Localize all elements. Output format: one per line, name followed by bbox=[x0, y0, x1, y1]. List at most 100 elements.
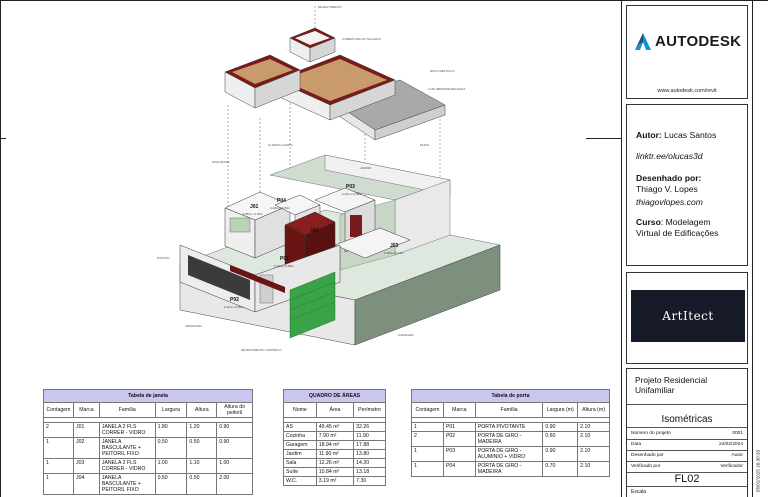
sheet-number: FL02 bbox=[674, 473, 700, 485]
cell: W.C. bbox=[283, 476, 317, 486]
table-header: Perímetro bbox=[353, 402, 386, 418]
brand-logo: ArtItect bbox=[631, 290, 745, 342]
cell: 0.50 bbox=[154, 437, 188, 459]
cell: 0.90 bbox=[216, 437, 253, 459]
table-row: Sala 12.26 m² 14.20 bbox=[283, 458, 386, 468]
cell: 2 bbox=[43, 422, 74, 438]
frame-line-titleblock bbox=[621, 0, 622, 497]
table-row: Jardim 11.90 m² 13.80 bbox=[283, 449, 386, 459]
table-row: Cozinha 7.90 m² 11.90 bbox=[283, 431, 386, 441]
cell: 0.50 bbox=[186, 437, 218, 459]
cell: JANELA BASCULANTE + PEITORIL FIXO bbox=[98, 437, 156, 459]
leader-tag: COBERTURA DO TELHADO bbox=[342, 37, 381, 41]
table-header: Altura do peitoril bbox=[216, 402, 253, 418]
divider bbox=[627, 486, 747, 487]
field-label: Data bbox=[631, 442, 642, 447]
cell: 1 bbox=[411, 422, 444, 432]
cell: 12.26 m² bbox=[315, 458, 355, 468]
titleblock-brand-panel: ArtItect bbox=[626, 272, 748, 364]
leader-tag: GUARDA-CORPO bbox=[268, 143, 293, 147]
cell: P03 bbox=[442, 446, 476, 462]
frame-line-left bbox=[0, 0, 1, 497]
cell: 1.00 bbox=[154, 458, 188, 474]
cell: 0.70 bbox=[542, 461, 579, 477]
cell: Jardim bbox=[283, 449, 317, 459]
cell: Sala bbox=[283, 458, 317, 468]
room-tag-size: 2.10m x 0.90m bbox=[342, 192, 362, 196]
table-header: Família bbox=[98, 402, 156, 418]
table-header: Marca bbox=[442, 402, 476, 418]
room-tag-size: 1.80m x 1.20m bbox=[243, 212, 263, 216]
room-tag: J03 bbox=[390, 243, 399, 249]
autodesk-wordmark: AUTODESK bbox=[655, 33, 742, 50]
door-schedule-table: Tabela de porta Contagem Marca Família L… bbox=[411, 389, 610, 477]
cell: 1.00 bbox=[216, 458, 253, 474]
field-date: Data 24/02/2024 bbox=[631, 442, 743, 447]
table-row: 2 J01 JANELA 2 FLS CORRER - VIDRO 1.80 1.20 0… bbox=[43, 422, 253, 438]
table-row: 2 P02 PORTA DE GIRO - MADEIRA 0.60 2.10 bbox=[411, 431, 610, 447]
cell: 1.10 bbox=[186, 458, 218, 474]
cell: P04 bbox=[442, 461, 476, 477]
cell: 2 bbox=[411, 431, 444, 447]
field-value: Verificador bbox=[720, 464, 743, 469]
cell: 1 bbox=[43, 473, 74, 495]
window-schedule-table: Tabela de janela Contagem Marca Família … bbox=[43, 389, 253, 495]
room-tag-size: 1.00m x 1.10m bbox=[384, 251, 404, 255]
cell: 11.90 bbox=[353, 431, 386, 441]
field-checked-by: Verificado por Verificador bbox=[631, 464, 743, 469]
autodesk-mark-icon bbox=[635, 33, 651, 50]
cell: 2.10 bbox=[577, 461, 610, 477]
leader-tag: REVESTIMENTO bbox=[318, 5, 342, 9]
view-name: Isométricas bbox=[661, 414, 713, 425]
field-label: Desenhado por bbox=[631, 453, 664, 458]
author-line: Autor: Lucas Santos bbox=[636, 130, 716, 140]
table-row: 1 J02 JANELA BASCULANTE + PEITORIL FIXO 0.5… bbox=[43, 437, 253, 459]
divider bbox=[627, 427, 747, 428]
cell: Garagem bbox=[283, 440, 317, 450]
cell: PORTA PIVOTANTE bbox=[474, 422, 544, 432]
cell: 2.10 bbox=[577, 431, 610, 447]
cell: 13.80 bbox=[353, 449, 386, 459]
table-row: AS 49.45 m² 32.26 bbox=[283, 422, 386, 432]
table-row: 1 J03 JANELA 2 FLS CORRER - VIDRO 1.00 1.10 1… bbox=[43, 458, 253, 474]
cell: 2.10 bbox=[577, 446, 610, 462]
cell: 11.90 m² bbox=[315, 449, 355, 459]
cell: 14.20 bbox=[353, 458, 386, 468]
table-header: Altura bbox=[186, 402, 218, 418]
table-row: Garagem 18.94 m² 17.88 bbox=[283, 440, 386, 450]
autodesk-logo: AUTODESK bbox=[635, 33, 741, 50]
field-value: 24/02/2024 bbox=[718, 442, 743, 447]
frame-tick-right bbox=[586, 138, 621, 139]
divider bbox=[627, 439, 747, 440]
table-row: 1 P01 PORTA PIVOTANTE 0.90 2.10 bbox=[411, 422, 610, 432]
titleblock-author-panel: Autor: Lucas Santos linktr.ee/olucas3d D… bbox=[626, 104, 748, 266]
leader-tag: GARAGEM bbox=[398, 333, 414, 337]
room-tag: J01 bbox=[250, 204, 259, 210]
cell: 0.50 bbox=[154, 473, 188, 495]
table-row: 1 P04 PORTA DE GIRO - MADEIRA 0.70 2.10 bbox=[411, 461, 610, 477]
table-header: Nome bbox=[283, 402, 317, 418]
leader-tag: ARMADURA bbox=[185, 324, 203, 328]
cell: 0.90 bbox=[542, 446, 579, 462]
room-tag-size: 2.10m x 0.70m bbox=[270, 206, 290, 210]
titleblock-logo-panel: AUTODESK www.autodesk.com/revit bbox=[626, 5, 748, 99]
leader-tag: REVESTIMENTO CERÂMICO bbox=[241, 348, 282, 352]
titleblock-project-panel: Projeto Residencial Unifamiliar Isométri… bbox=[626, 368, 748, 497]
cell: 7.90 m² bbox=[315, 431, 355, 441]
divider bbox=[627, 404, 747, 405]
cell: AS bbox=[283, 422, 317, 432]
course-line: Curso: Modelagem bbox=[636, 217, 711, 227]
table-header: Altura (m) bbox=[577, 402, 610, 418]
table-header: Área bbox=[315, 402, 355, 418]
course-name-2: Virtual de Edificações bbox=[636, 228, 719, 238]
drawn-by-label: Desenhado por: bbox=[636, 173, 702, 183]
drawn-by-link: thiagovlopes.com bbox=[636, 197, 703, 207]
cell: 7.30 bbox=[353, 476, 386, 486]
frame-line-right bbox=[752, 0, 753, 497]
cell: J03 bbox=[72, 458, 100, 474]
cell: 17.88 bbox=[353, 440, 386, 450]
field-label: Número do projeto bbox=[631, 431, 671, 436]
leader-tag: JARDIM bbox=[360, 166, 372, 170]
cell: 0.90 bbox=[542, 422, 579, 432]
cell: 3.19 m² bbox=[315, 476, 355, 486]
